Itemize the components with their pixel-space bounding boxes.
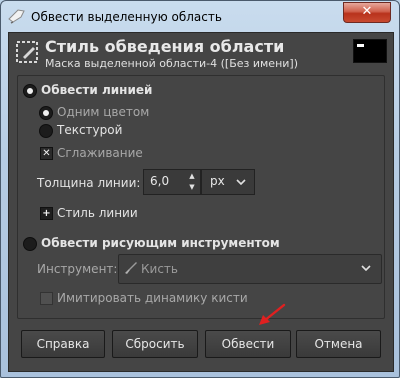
cancel-button[interactable]: Отмена — [296, 330, 381, 358]
unit-select[interactable]: px — [201, 169, 255, 195]
paint-tool-label: Инструмент: — [37, 262, 118, 276]
paint-tool-value: Кисть — [141, 262, 178, 276]
paint-tool-select[interactable]: Кисть — [118, 254, 382, 284]
title-bar[interactable]: Обвести выделенную область ✕ — [1, 1, 399, 33]
stroke-button[interactable]: Обвести — [205, 330, 291, 358]
paintbrush-icon — [125, 262, 137, 274]
close-button[interactable]: ✕ — [343, 2, 391, 23]
gimp-app-icon — [8, 9, 25, 24]
antialiasing-label: Сглаживание — [57, 146, 143, 160]
dialog-heading: Стиль обведения области — [45, 37, 285, 56]
emulate-dynamics-label: Имитировать динамику кисти — [57, 291, 248, 305]
stroke-paint-tool-label: Обвести рисующим инструментом — [41, 236, 280, 250]
increment-arrow-icon[interactable]: ▲ — [186, 171, 198, 182]
line-style-expander[interactable]: + — [40, 207, 53, 220]
stroke-selection-icon — [16, 41, 38, 63]
pattern-label: Текстурой — [57, 123, 123, 137]
solid-color-radio[interactable] — [39, 106, 53, 120]
stroke-line-radio[interactable] — [23, 84, 37, 98]
pattern-radio[interactable] — [39, 124, 53, 138]
reset-button[interactable]: Сбросить — [112, 330, 198, 358]
dialog-window: Обвести выделенную область ✕ Стиль обвед… — [0, 0, 400, 378]
stroke-line-label: Обвести линией — [41, 83, 153, 97]
chevron-down-icon — [236, 179, 246, 185]
line-width-spinner[interactable]: 6,0 ▲ ▼ — [143, 169, 201, 195]
antialiasing-checkbox[interactable]: ✕ — [40, 147, 53, 160]
solid-color-label: Одним цветом — [57, 105, 150, 119]
selection-thumbnail — [353, 39, 387, 63]
line-style-label: Стиль линии — [57, 206, 138, 220]
help-button[interactable]: Справка — [21, 330, 105, 358]
dialog-subheading: Маска выделенной области-4 ([Без имени]) — [45, 57, 298, 70]
stroke-paint-tool-radio[interactable] — [23, 237, 37, 251]
window-title: Обвести выделенную область — [31, 10, 222, 24]
unit-value: px — [210, 174, 225, 188]
decrement-arrow-icon[interactable]: ▼ — [186, 182, 198, 193]
emulate-dynamics-checkbox[interactable] — [40, 292, 53, 305]
line-width-value: 6,0 — [150, 174, 170, 188]
dialog-body: Стиль обведения области Маска выделенной… — [8, 32, 394, 372]
line-width-label: Толщина линии: — [37, 176, 141, 190]
annotation-arrow-icon — [259, 303, 286, 325]
chevron-down-icon — [361, 265, 371, 271]
